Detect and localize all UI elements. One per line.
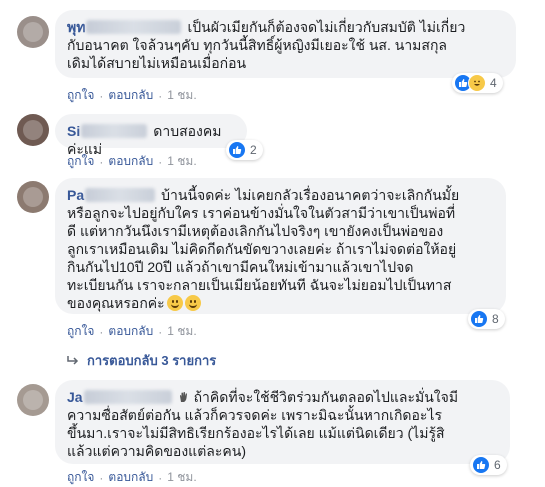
avatar[interactable] bbox=[17, 181, 49, 213]
comment-text-line: ของคุณหรอกค่ะ bbox=[67, 295, 165, 311]
reply-button[interactable]: ตอบกลับ bbox=[108, 152, 153, 171]
blurred-name bbox=[86, 20, 182, 34]
reaction-summary[interactable]: 6 bbox=[470, 455, 507, 475]
comment-timestamp[interactable]: 1 ชม. bbox=[167, 152, 196, 171]
comment-text-line: บ้านนี้จดค่ะ ไม่เคยกลัวเรื่องอนาคตว่าจะเ… bbox=[161, 187, 460, 203]
comment-timestamp[interactable]: 1 ชม. bbox=[167, 468, 196, 487]
comment-bubble: Si ดาบสองคมค่ะแม่ bbox=[55, 114, 247, 157]
avatar[interactable] bbox=[17, 384, 49, 416]
separator-dot: · bbox=[99, 324, 104, 339]
separator-dot: · bbox=[99, 154, 104, 169]
like-button[interactable]: ถูกใจ bbox=[67, 86, 94, 105]
separator-dot: · bbox=[158, 154, 163, 169]
reply-button[interactable]: ตอบกลับ bbox=[108, 86, 153, 105]
like-reaction-icon bbox=[472, 456, 490, 474]
replies-count-label: การตอบกลับ 3 รายการ bbox=[87, 353, 217, 368]
reaction-count: 8 bbox=[492, 312, 499, 326]
comment-text-line: ทะเบียนกัน เราจะกลายเป็นเมียน้อยทันที ฉั… bbox=[67, 277, 452, 293]
comment-timestamp[interactable]: 1 ชม. bbox=[167, 86, 196, 105]
like-reaction-icon bbox=[470, 310, 488, 328]
comment-text-line: ถ้าคิดที่จะใช้ชีวิตร่วมกันตลอดไปและมั่นใ… bbox=[193, 389, 459, 405]
comment-text-line: เดิมได้สบายไม่เหมือนเมื่อก่อน bbox=[67, 55, 247, 71]
comment-text-line: หรือลูกจะไปอยู่กับใคร เราค่อนข้างมั่นใจใ… bbox=[67, 205, 456, 221]
reaction-summary[interactable]: 4 bbox=[452, 73, 503, 93]
reaction-count: 4 bbox=[490, 76, 497, 90]
comment-timestamp[interactable]: 1 ชม. bbox=[167, 322, 196, 341]
comment-text-line: ความซื่อสัตย์ต่อกัน แล้วก็ควรจดค่ะ เพราะ… bbox=[67, 407, 443, 423]
reply-button[interactable]: ตอบกลับ bbox=[108, 468, 153, 487]
comment-text-line: ดี แต่หากวันนึงเรามีเหตุต้องเลิกกันไปจริ… bbox=[67, 223, 444, 239]
comment-actions: ถูกใจ · ตอบกลับ · 1 ชม. bbox=[67, 152, 197, 171]
comment-text-line: ขึ้นมา.เราจะไม่มีสิทธิเรียกร้องอะไรได้เล… bbox=[67, 425, 445, 441]
comment-actions: ถูกใจ · ตอบกลับ · 1 ชม. bbox=[67, 86, 197, 105]
comment-bubble: Pa บ้านนี้จดค่ะ ไม่เคยกลัวเรื่องอนาคตว่าจ… bbox=[55, 178, 506, 314]
comment-bubble: Ja ถ้าคิดที่จะใช้ชีวิตร่วมกันตลอดไปและมั่… bbox=[55, 380, 510, 464]
comment-actions: ถูกใจ · ตอบกลับ · 1 ชม. bbox=[67, 468, 197, 487]
separator-dot: · bbox=[158, 470, 163, 485]
smiling-emoji-icon bbox=[184, 295, 201, 311]
separator-dot: · bbox=[99, 88, 104, 103]
reaction-summary[interactable]: 2 bbox=[226, 140, 263, 160]
reaction-count: 6 bbox=[494, 458, 501, 472]
smiling-emoji-icon bbox=[166, 295, 183, 311]
view-replies-link[interactable]: การตอบกลับ 3 รายการ bbox=[67, 350, 216, 371]
reply-button[interactable]: ตอบกลับ bbox=[108, 322, 153, 341]
like-reaction-icon bbox=[228, 141, 246, 159]
blurred-name bbox=[85, 188, 156, 202]
reaction-summary[interactable]: 8 bbox=[468, 309, 505, 329]
like-button[interactable]: ถูกใจ bbox=[67, 322, 94, 341]
comment-author[interactable]: Si bbox=[67, 123, 80, 139]
reaction-count: 2 bbox=[250, 143, 257, 157]
reply-arrow-icon bbox=[67, 355, 79, 365]
avatar[interactable] bbox=[17, 114, 49, 146]
comment-text-line: กับอนาคต ใจล้วนๆคับ ทุกวันนี้สิทธิ์ผู้หญ… bbox=[67, 37, 448, 53]
waving-hand-icon bbox=[179, 392, 187, 402]
comment-author[interactable]: Pa bbox=[67, 187, 84, 203]
comment-bubble: พุท เป็นผัวเมียกันก็ต้องจดไม่เกี่ยวกับสมบ… bbox=[55, 10, 516, 78]
like-button[interactable]: ถูกใจ bbox=[67, 152, 94, 171]
comment-text-line: ลูกเราเหมือนเดิม ไม่คิดกีดกันขัดขวางเลยค… bbox=[67, 241, 457, 257]
separator-dot: · bbox=[158, 88, 163, 103]
like-button[interactable]: ถูกใจ bbox=[67, 468, 94, 487]
comment-text-line: เป็นผัวเมียกันก็ต้องจดไม่เกี่ยวกับสมบัติ… bbox=[187, 19, 466, 35]
separator-dot: · bbox=[99, 470, 104, 485]
comment-author[interactable]: พุท bbox=[67, 19, 85, 35]
separator-dot: · bbox=[158, 324, 163, 339]
comment-author[interactable]: Ja bbox=[67, 389, 83, 405]
comment-text-line: แล้วแต่ความคิดของแต่ละคน) bbox=[67, 443, 246, 459]
blurred-name bbox=[81, 124, 148, 138]
comment-actions: ถูกใจ · ตอบกลับ · 1 ชม. bbox=[67, 322, 197, 341]
blurred-name bbox=[83, 390, 172, 404]
haha-reaction-icon bbox=[468, 74, 486, 92]
avatar[interactable] bbox=[17, 16, 49, 48]
comment-text-line: กินกันไป10ปี 20ปี แล้วถ้าเขามีคนใหม่เข้า… bbox=[67, 259, 414, 275]
